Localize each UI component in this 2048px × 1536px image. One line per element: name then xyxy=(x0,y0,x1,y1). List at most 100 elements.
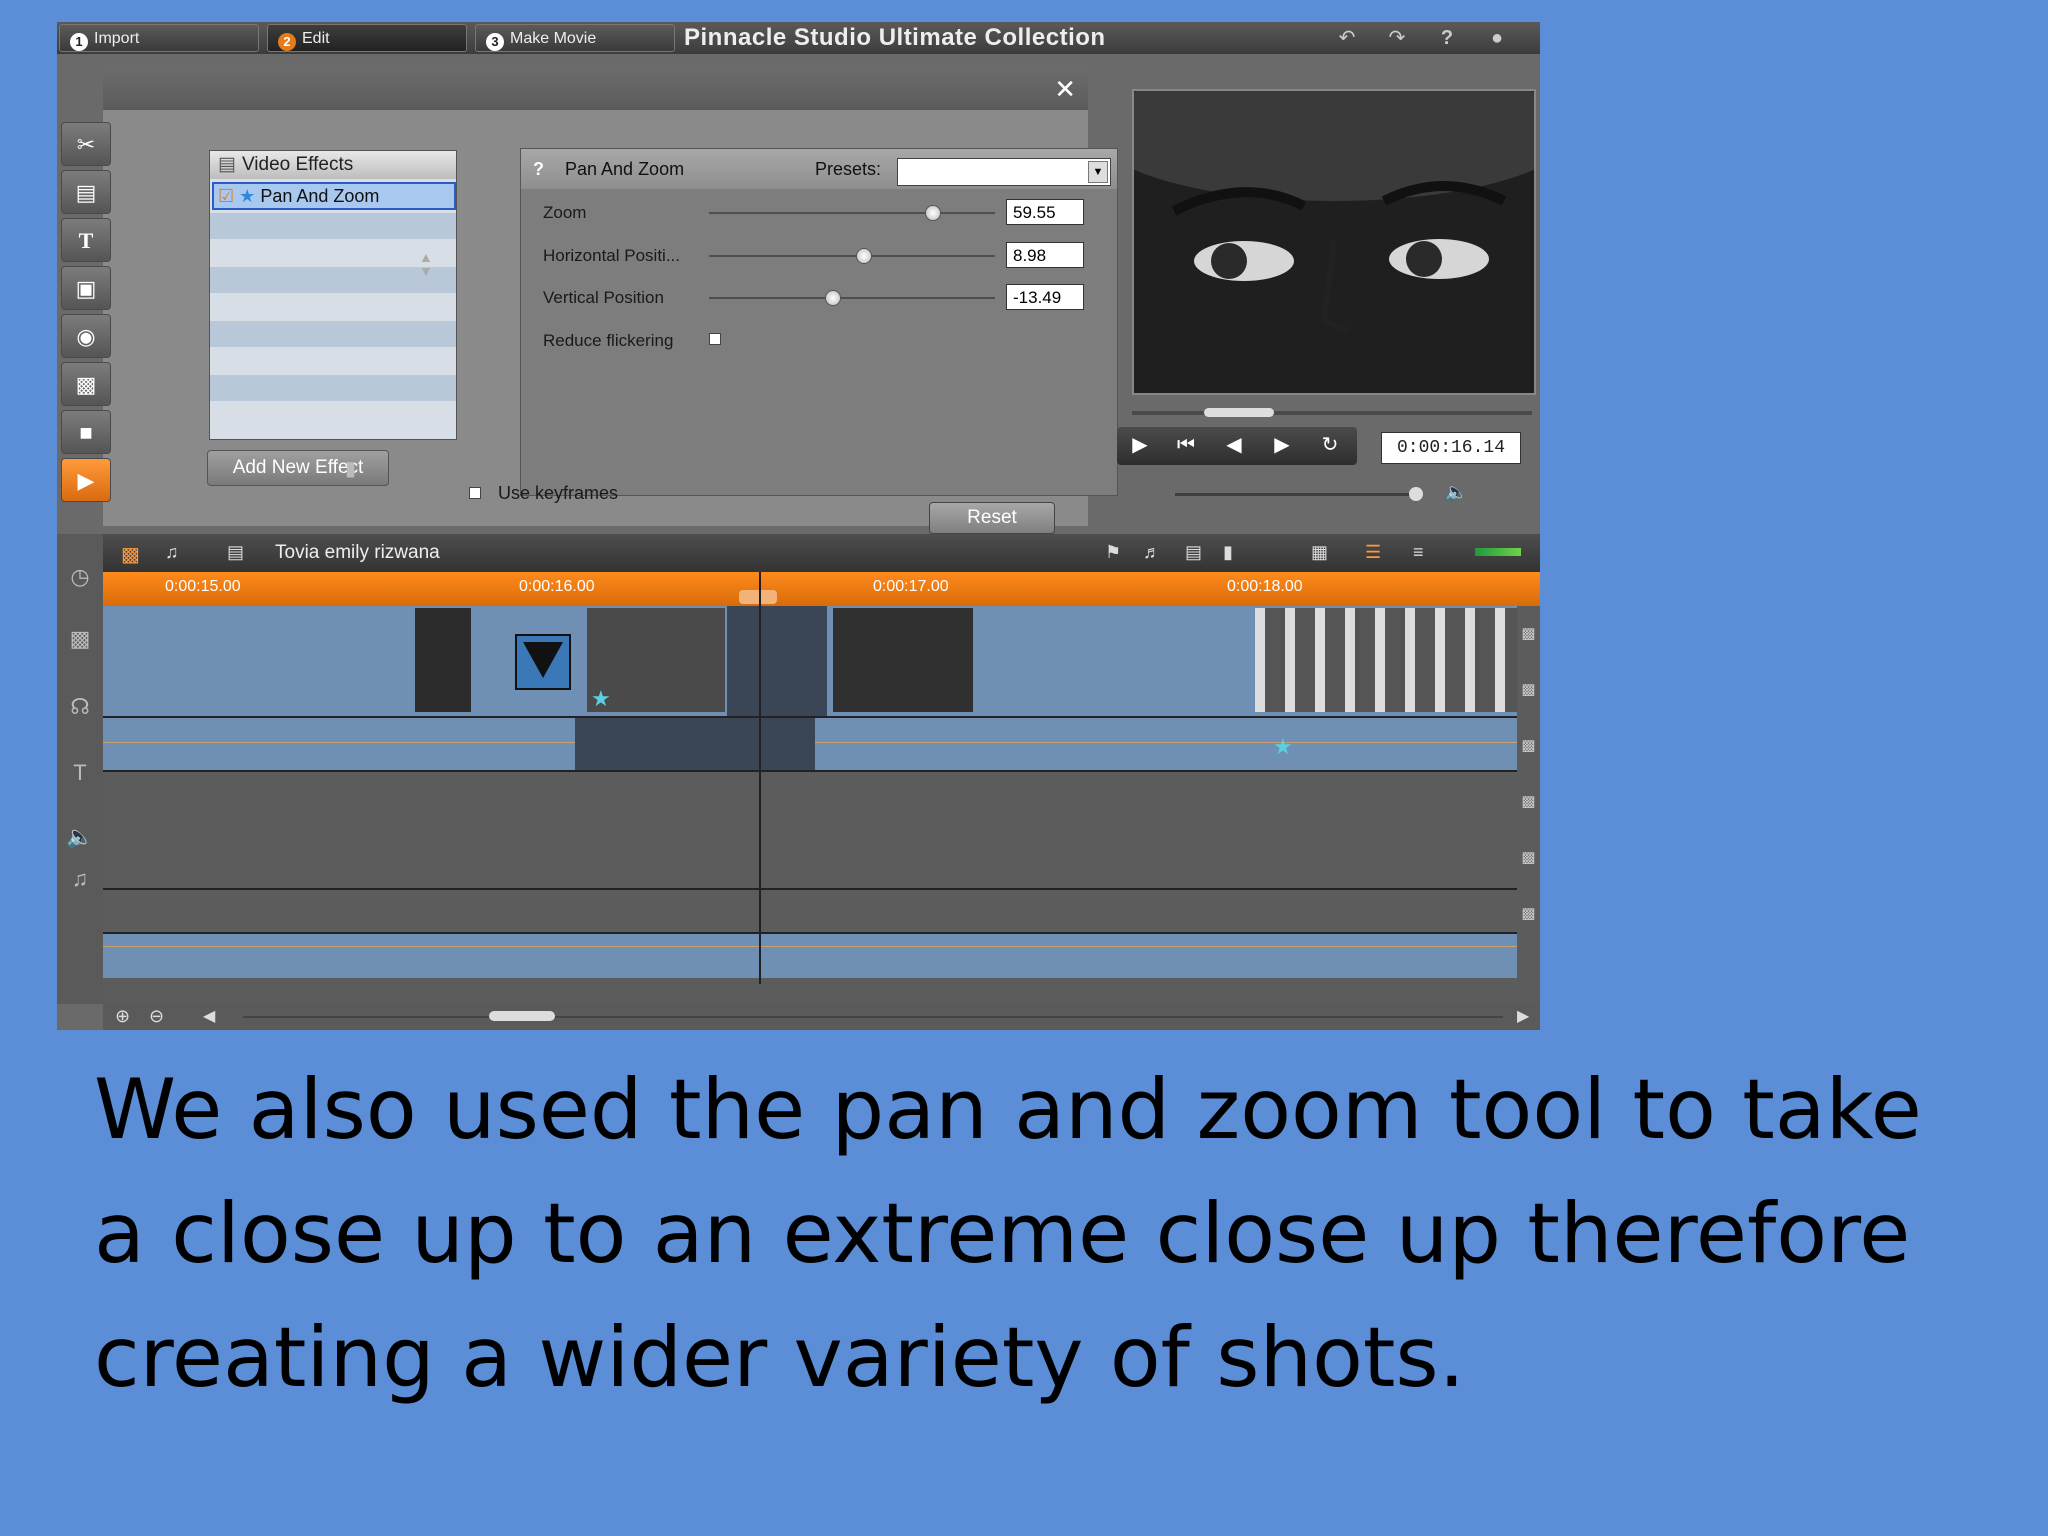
video-clip-thumbnail[interactable] xyxy=(833,608,973,712)
video-camera-icon[interactable]: ◉ xyxy=(61,314,111,358)
scissors-icon[interactable]: ✂ xyxy=(61,122,111,166)
video-clip-thumbnail[interactable] xyxy=(415,608,471,712)
tab-make-movie[interactable]: 3 Make Movie xyxy=(475,24,675,52)
scroll-left-icon[interactable]: ◀ xyxy=(203,1006,215,1026)
presets-dropdown[interactable]: ▼ xyxy=(897,158,1111,186)
lock-icon[interactable]: ▩ xyxy=(1517,718,1540,774)
reset-button[interactable]: Reset xyxy=(929,502,1055,534)
fast-forward-icon[interactable]: ▶ xyxy=(1259,427,1305,463)
tab-import[interactable]: 1 Import xyxy=(59,24,259,52)
lock-icon[interactable]: ▩ xyxy=(1517,662,1540,718)
lock-icon[interactable]: ▩ xyxy=(1517,774,1540,830)
menu-editor-icon[interactable]: ▤ xyxy=(61,170,111,214)
speaker-icon[interactable]: ♫ xyxy=(165,542,179,563)
audio-track[interactable]: ★ xyxy=(103,718,1517,770)
star-icon: ★ xyxy=(1273,734,1293,759)
camera-icon[interactable]: ▩ xyxy=(121,542,140,567)
tab-edit[interactable]: 2 Edit xyxy=(267,24,467,52)
editor-header: ✕ xyxy=(103,68,1088,110)
timeline-view-icon[interactable]: ☰ xyxy=(1365,542,1381,563)
star-icon: ★ xyxy=(591,686,611,711)
trash-icon[interactable]: ▮ xyxy=(345,456,356,481)
track-type-icons: ◷ ▩ ☊ T 🔈 ♫ xyxy=(57,534,103,1004)
horizontal-position-slider-knob[interactable] xyxy=(856,248,873,264)
playhead-line[interactable] xyxy=(759,572,761,984)
audio-scrub-icon[interactable]: ♬ xyxy=(1143,542,1161,563)
vertical-position-label: Vertical Position xyxy=(543,288,664,307)
timeline-header: ▩ ♫ ▤ Tovia emily rizwana ⚑ ♬ ▤ ▮ ▦ ☰ ≡ xyxy=(103,534,1540,572)
undo-icon[interactable]: ↶ xyxy=(1335,26,1359,50)
scroll-track[interactable] xyxy=(243,1016,1503,1018)
text-view-icon[interactable]: ≡ xyxy=(1413,542,1424,563)
audio-clip[interactable] xyxy=(575,718,815,770)
playhead-handle[interactable] xyxy=(739,590,777,604)
scroll-thumb[interactable] xyxy=(489,1011,555,1021)
video-effects-icon[interactable]: ▶ xyxy=(61,458,111,502)
transition-icon[interactable] xyxy=(515,634,571,690)
volume-slider[interactable] xyxy=(1175,487,1423,501)
marker-icon[interactable]: ⚑ xyxy=(1105,542,1121,563)
picture-icon[interactable]: ▣ xyxy=(61,266,111,310)
track-divider xyxy=(103,888,1517,890)
reduce-flickering-checkbox[interactable] xyxy=(709,333,721,345)
add-new-effect-button[interactable]: Add New Effect xyxy=(207,450,389,486)
zoom-in-icon[interactable]: ⊕ xyxy=(115,1006,130,1027)
lock-icon[interactable]: ▩ xyxy=(1517,606,1540,662)
video-track[interactable]: ★ xyxy=(103,606,1517,716)
list-row xyxy=(210,213,456,239)
video-clip-thumbnail[interactable] xyxy=(1255,608,1517,712)
speaker-icon: 🔈 xyxy=(66,824,94,849)
volume-slider-knob[interactable] xyxy=(1409,487,1423,501)
reorder-arrows-icon[interactable]: ▲ ▼ xyxy=(419,250,433,278)
speaker-icon[interactable]: 🔈 xyxy=(1445,482,1467,503)
skip-to-start-icon[interactable]: ⏮ xyxy=(1163,427,1209,463)
music-track[interactable] xyxy=(103,934,1517,978)
razor-icon[interactable]: ▤ xyxy=(1185,542,1202,563)
zoom-out-icon[interactable]: ⊖ xyxy=(149,1006,164,1027)
zoom-slider[interactable] xyxy=(709,205,995,221)
title-text-icon[interactable]: T xyxy=(61,218,111,262)
window-icon[interactable]: ■ xyxy=(61,410,111,454)
play-icon[interactable]: ▶ xyxy=(1117,427,1163,463)
lightbulb-icon[interactable]: ● xyxy=(1485,26,1509,50)
effect-item-pan-and-zoom[interactable]: ☑ ★ Pan And Zoom xyxy=(212,182,456,210)
time-ruler[interactable]: 0:00:15.00 0:00:16.00 0:00:17.00 0:00:18… xyxy=(103,572,1540,606)
scroll-right-icon[interactable]: ▶ xyxy=(1517,1006,1529,1026)
horizontal-position-slider[interactable] xyxy=(709,248,995,264)
lock-icon[interactable]: ▩ xyxy=(1517,830,1540,886)
help-icon[interactable]: ? xyxy=(533,159,544,180)
folder-icon[interactable]: ▤ xyxy=(227,542,244,563)
selected-clip-region[interactable] xyxy=(727,606,827,716)
trash-icon[interactable]: ▮ xyxy=(1223,542,1233,563)
use-keyframes-checkbox[interactable] xyxy=(469,487,481,499)
horizontal-position-input[interactable]: 8.98 xyxy=(1006,242,1084,268)
timecode-display[interactable]: 0:00:16.14 xyxy=(1381,432,1521,464)
clapboard-icon[interactable]: ▩ xyxy=(61,362,111,406)
help-icon[interactable]: ? xyxy=(1435,26,1459,50)
vertical-position-input[interactable]: -13.49 xyxy=(1006,284,1084,310)
redo-icon[interactable]: ↷ xyxy=(1385,26,1409,50)
reduce-flickering-label: Reduce flickering xyxy=(543,331,674,350)
rewind-icon[interactable]: ◀ xyxy=(1211,427,1257,463)
lock-icon[interactable]: ▩ xyxy=(1517,886,1540,942)
zoom-input[interactable]: 59.55 xyxy=(1006,199,1084,225)
use-keyframes-label: Use keyframes xyxy=(498,483,619,503)
chevron-down-icon[interactable]: ▼ xyxy=(1088,161,1108,183)
vertical-position-slider[interactable] xyxy=(709,290,995,306)
video-preview xyxy=(1132,89,1536,395)
loop-icon[interactable]: ↻ xyxy=(1307,427,1353,463)
zoom-slider-knob[interactable] xyxy=(925,205,942,221)
app-title: Pinnacle Studio Ultimate Collection xyxy=(684,24,1106,51)
storyboard-view-icon[interactable]: ▦ xyxy=(1311,542,1328,563)
checkbox-icon[interactable]: ☑ xyxy=(218,186,234,206)
preview-scrub-bar[interactable] xyxy=(1132,408,1532,417)
close-icon[interactable]: ✕ xyxy=(1054,74,1076,104)
music-note-icon: ♫ xyxy=(71,866,89,891)
microphone-icon: ☊ xyxy=(70,694,90,719)
presets-value xyxy=(898,163,902,180)
horizontal-position-label: Horizontal Positi... xyxy=(543,246,680,265)
presets-label: Presets: xyxy=(815,159,882,179)
vertical-position-slider-knob[interactable] xyxy=(824,290,841,306)
scrub-handle[interactable] xyxy=(1204,408,1274,417)
ruler-label: 0:00:15.00 xyxy=(165,578,241,595)
